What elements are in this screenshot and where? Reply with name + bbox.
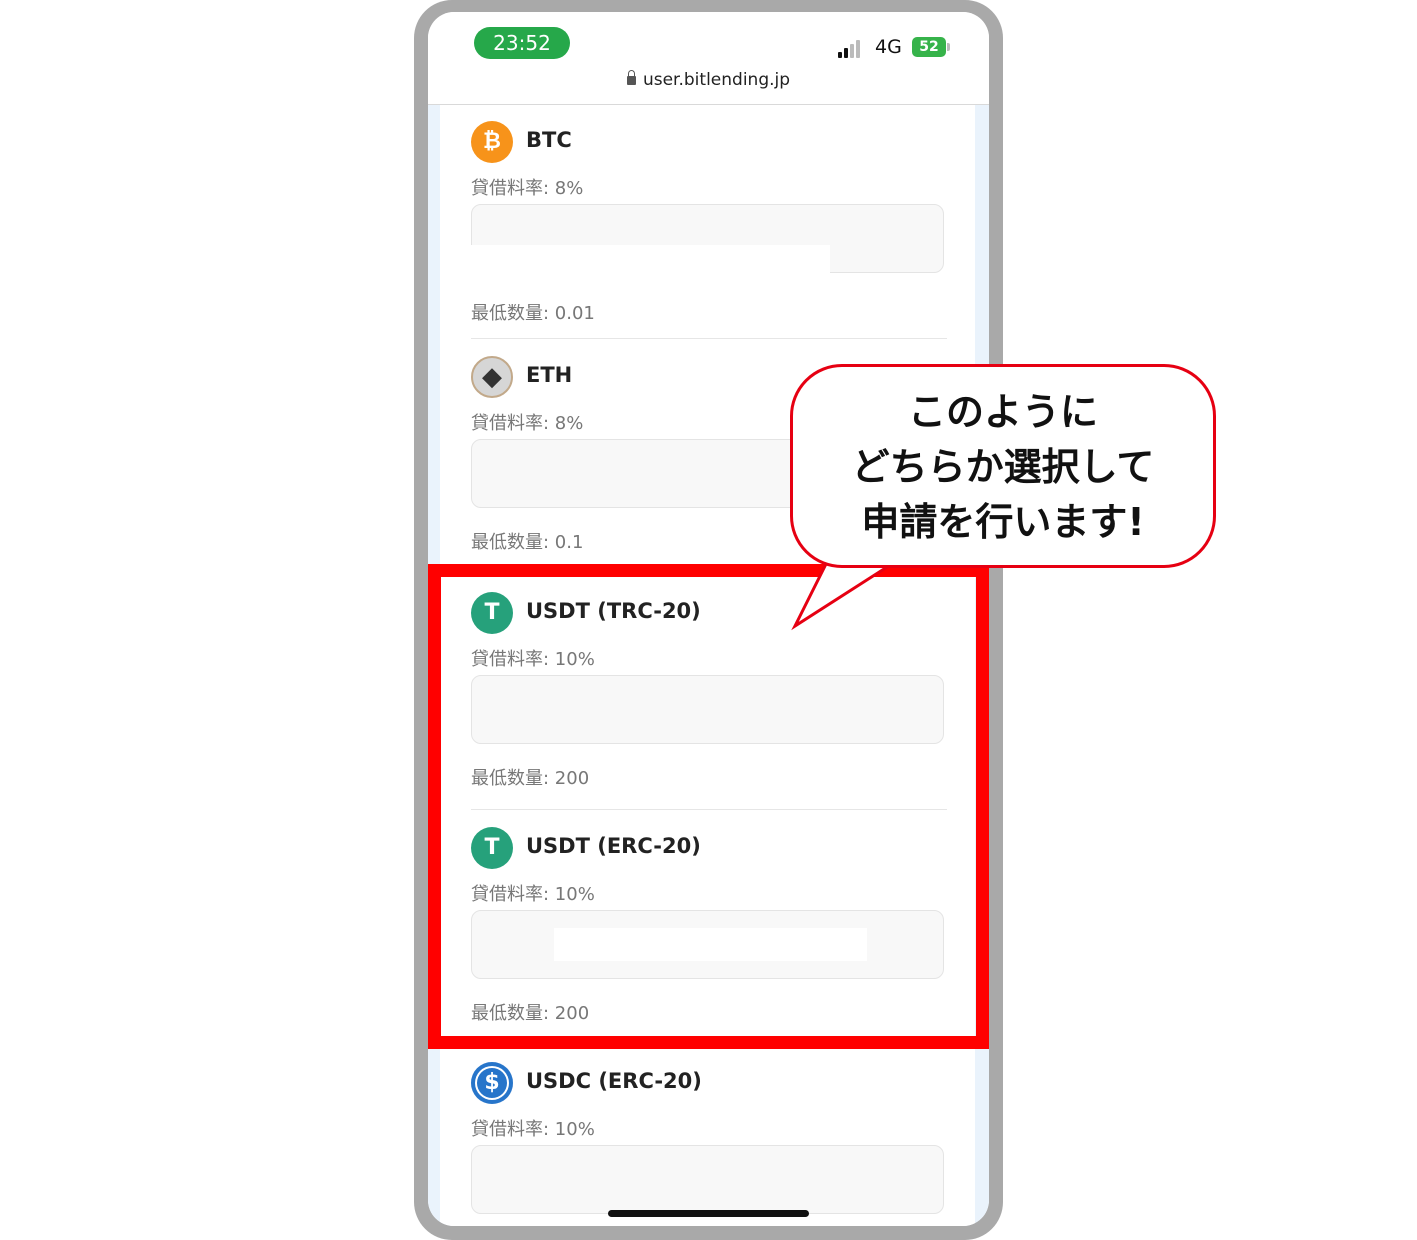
asset-name: ETH xyxy=(526,363,573,387)
network-type: 4G xyxy=(875,36,902,58)
selection-highlight-box xyxy=(428,564,989,1049)
amount-input[interactable] xyxy=(471,1145,944,1214)
battery-icon: 52 xyxy=(912,37,950,57)
lock-icon xyxy=(626,70,636,85)
bitcoin-icon: ₿ xyxy=(471,121,513,163)
callout-line-1: このように xyxy=(907,390,1098,434)
address-bar[interactable]: user.bitlending.jp xyxy=(428,70,989,90)
usdc-icon: $ xyxy=(471,1062,513,1104)
lending-rate: 貸借料率: 10% xyxy=(471,1119,595,1140)
status-bar: 23:52 4G 52 user.bitlending.jp xyxy=(428,12,989,105)
speech-bubble-tail xyxy=(791,557,904,631)
speech-bubble-text: このように どちらか選択して 申請を行います! xyxy=(790,385,1216,550)
home-indicator xyxy=(608,1210,809,1217)
asset-item-btc: ₿ BTC 貸借料率: 8% 最低数量: 0.01 xyxy=(460,105,947,340)
ethereum-icon: ◆ xyxy=(471,356,513,398)
signal-icon xyxy=(838,40,868,58)
minimum-amount: 最低数量: 0.1 xyxy=(471,532,584,553)
lending-rate: 貸借料率: 8% xyxy=(471,178,584,199)
divider xyxy=(471,338,947,339)
callout-line-2: どちらか選択して xyxy=(851,445,1155,489)
callout-line-3: 申請を行います! xyxy=(861,500,1145,544)
battery-level: 52 xyxy=(919,39,939,55)
asset-name: BTC xyxy=(526,128,572,152)
url-text: user.bitlending.jp xyxy=(642,70,791,90)
status-time: 23:52 xyxy=(474,27,570,59)
lending-rate: 貸借料率: 8% xyxy=(471,413,584,434)
asset-name: USDC (ERC-20) xyxy=(526,1069,702,1093)
asset-item-usdc-erc20: $ USDC (ERC-20) 貸借料率: 10% xyxy=(460,1046,944,1226)
redaction-mask xyxy=(460,277,600,304)
